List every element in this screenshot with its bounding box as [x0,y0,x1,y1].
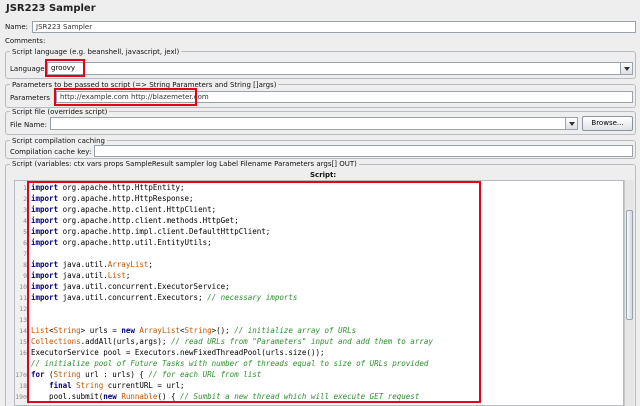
compilation-cache-label: Compilation cache key: [10,148,92,156]
compilation-cache-panel-title: Script compilation caching [10,137,107,145]
line-number: 15 [19,338,27,346]
line-number: 19⊖ [15,393,27,401]
page-title: JSR223 Sampler [6,3,96,14]
language-highlight [45,59,85,77]
line-number: 13 [19,316,27,324]
line-number: 9 [23,272,27,280]
line-number: 1 [23,184,27,192]
line-number: 4 [23,217,27,225]
language-select[interactable]: groovy [47,62,633,75]
line-number: 14 [19,327,27,335]
line-number: 5 [23,228,27,236]
parameters-highlight [54,88,197,106]
script-panel-title: Script (variables: ctx vars props Sample… [10,160,359,168]
chevron-down-icon[interactable] [565,118,577,129]
script-file-panel-title: Script file (overrides script) [10,108,110,116]
comments-label: Comments: [5,37,46,45]
file-name-select[interactable] [50,117,578,130]
compilation-cache-input[interactable] [94,145,633,157]
line-number: 6 [23,239,27,247]
line-number: 17⊖ [15,371,27,379]
line-number: 2 [23,195,27,203]
parameters-label: Parameters [10,94,51,102]
language-label: Language [10,65,45,73]
line-number: 12 [19,305,27,313]
script-highlight [27,181,481,403]
chevron-down-icon[interactable] [620,63,632,74]
line-number: 8 [23,261,27,269]
name-label: Name: [5,23,29,31]
vertical-scrollbar[interactable] [624,180,634,406]
name-input[interactable]: JSR223 Sampler [32,21,636,33]
title-bar: JSR223 Sampler [0,0,640,20]
line-number: 10 [19,283,27,291]
line-number: 7 [23,250,27,258]
line-number: 3 [23,206,27,214]
line-number: 16 [19,349,27,357]
line-number: 18 [19,382,27,390]
language-panel-title: Script language (e.g. beanshell, javascr… [10,48,182,56]
browse-button[interactable]: Browse... [582,116,633,131]
line-number: 11 [19,294,27,302]
file-name-label: File Name: [10,121,47,129]
scrollbar-thumb[interactable] [626,210,633,320]
script-header: Script: [310,171,337,179]
